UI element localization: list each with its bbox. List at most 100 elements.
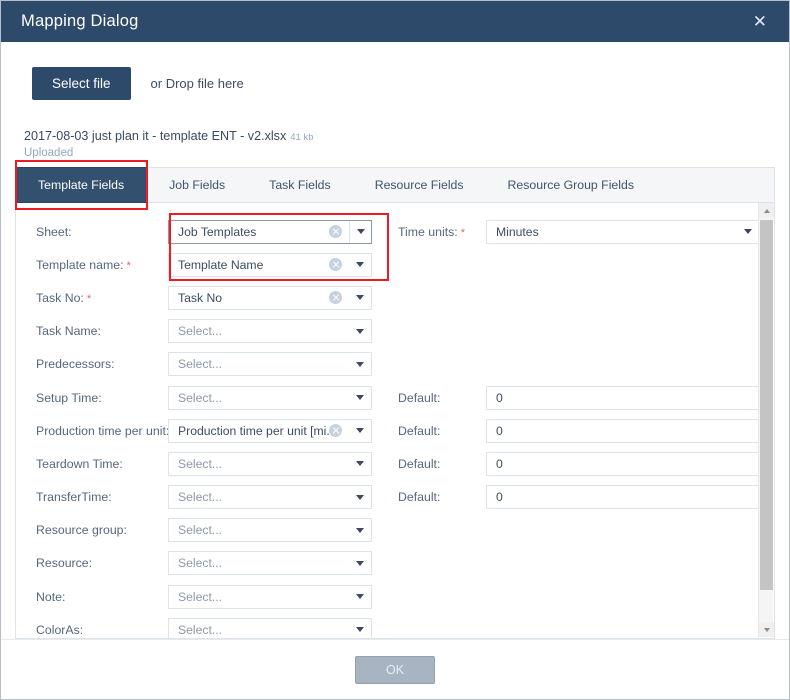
combobox-value[interactable]: Template Name (169, 258, 329, 272)
field-combobox[interactable]: Select... (168, 319, 372, 344)
required-marker: * (123, 259, 131, 272)
tab-resource-group-fields[interactable]: Resource Group Fields (486, 168, 656, 202)
combobox-value[interactable]: Task No (169, 291, 329, 305)
combobox-value[interactable]: Select... (169, 523, 349, 537)
field-combobox[interactable]: Production time per unit [mi... (168, 418, 372, 443)
combobox-value[interactable]: Production time per unit [mi... (169, 424, 329, 438)
field-combobox[interactable]: Select... (168, 551, 372, 576)
field-combobox[interactable]: Select... (168, 485, 372, 510)
field-combobox[interactable]: Select... (168, 385, 372, 410)
chevron-down-icon (356, 560, 364, 566)
field-label-text: ColorAs: (36, 622, 84, 637)
field-combobox[interactable]: Select... (168, 352, 372, 377)
field-combobox[interactable]: Select... (168, 451, 372, 476)
chevron-down-icon (356, 229, 365, 235)
field-combobox[interactable]: Select... (168, 584, 372, 609)
field-label: Note: (16, 590, 168, 604)
combobox-value[interactable]: Minutes (487, 225, 737, 239)
form-scrollbar[interactable] (758, 203, 774, 637)
combobox-value[interactable]: Select... (169, 324, 349, 338)
combobox-value[interactable]: Select... (169, 490, 349, 504)
dropdown-toggle[interactable] (349, 287, 371, 309)
field-label-text: Production time per unit: (36, 423, 170, 438)
dropdown-toggle[interactable] (349, 552, 371, 574)
dropdown-toggle[interactable] (349, 353, 371, 375)
combobox-value[interactable]: Job Templates (169, 225, 329, 239)
combobox-value[interactable]: Select... (169, 623, 349, 637)
time-units-label-text: Time units: (398, 224, 458, 239)
chevron-down-icon (356, 627, 364, 633)
field-label: Resource group: (16, 523, 168, 537)
tab-template-fields[interactable]: Template Fields (15, 167, 148, 203)
dropdown-toggle[interactable] (349, 619, 371, 638)
scroll-down-button[interactable] (759, 622, 774, 637)
field-tabs: Template Fields Job Fields Task Fields Reso… (15, 167, 775, 203)
dropdown-toggle[interactable] (349, 420, 371, 442)
tab-job-fields[interactable]: Job Fields (147, 168, 247, 202)
default-value-input[interactable]: 0 (486, 452, 760, 476)
default-value-input[interactable]: 0 (486, 385, 760, 410)
select-file-button[interactable]: Select file (32, 66, 131, 100)
dropdown-toggle[interactable] (349, 586, 371, 608)
form-row: Predecessors: Select... (16, 348, 760, 381)
field-label-text: Template name: (36, 257, 124, 272)
tab-task-fields[interactable]: Task Fields (247, 168, 353, 202)
ok-button[interactable]: OK (355, 655, 435, 684)
form-row: Template name: * Template Name (16, 248, 760, 281)
time-units-combobox[interactable]: Minutes (486, 219, 760, 244)
field-combobox[interactable]: Select... (168, 617, 372, 638)
field-combobox[interactable]: Job Templates (168, 219, 372, 244)
required-marker: * (83, 292, 92, 305)
chevron-down-icon (356, 395, 364, 401)
dropdown-toggle[interactable] (349, 387, 371, 409)
drop-file-hint: or Drop file here (150, 75, 244, 91)
uploaded-file-info: 2017-08-03 just plan it - template ENT -… (24, 127, 724, 159)
field-combobox[interactable]: Template Name (168, 252, 372, 277)
close-icon[interactable]: ✕ (747, 9, 773, 34)
chevron-down-icon (744, 229, 752, 235)
field-combobox[interactable]: Task No (168, 285, 372, 310)
scrollbar-thumb[interactable] (760, 220, 773, 590)
field-label: TransferTime: (16, 490, 168, 504)
form-row: ColorAs: Select... (16, 613, 760, 638)
field-label-text: Sheet: (36, 224, 72, 239)
mapping-dialog: Mapping Dialog ✕ Select file or Drop fil… (0, 0, 790, 700)
combobox-value[interactable]: Select... (169, 357, 349, 371)
dropdown-toggle[interactable] (349, 220, 371, 243)
form-row: Note: Select... (16, 580, 760, 613)
combobox-value[interactable]: Select... (169, 556, 349, 570)
dropdown-toggle[interactable] (349, 486, 371, 508)
clear-icon[interactable] (329, 225, 342, 239)
time-units-cell: Time units: * Minutes (398, 219, 760, 244)
combobox-value[interactable]: Select... (169, 391, 349, 405)
combobox-value[interactable]: Select... (169, 457, 349, 471)
dropdown-toggle[interactable] (349, 453, 371, 475)
default-value-input[interactable]: 0 (486, 485, 760, 510)
field-combobox[interactable]: Select... (168, 518, 372, 543)
field-label: Setup Time: (16, 391, 168, 405)
dropdown-toggle[interactable] (737, 221, 759, 243)
chevron-down-icon (356, 361, 364, 367)
clear-icon[interactable] (329, 258, 342, 272)
dropdown-toggle[interactable] (349, 519, 371, 541)
tab-resource-fields[interactable]: Resource Fields (353, 168, 486, 202)
scroll-up-button[interactable] (759, 203, 774, 218)
field-label: Template name: * (16, 258, 168, 272)
chevron-down-icon (356, 428, 364, 434)
combobox-value[interactable]: Select... (169, 590, 349, 604)
field-label-text: Predecessors: (36, 357, 115, 372)
file-size: 41 kb (290, 132, 314, 143)
field-label: ColorAs: (16, 623, 168, 637)
clear-icon[interactable] (329, 424, 342, 438)
default-label: Default: (398, 457, 441, 471)
default-value-input[interactable]: 0 (486, 418, 760, 443)
clear-icon[interactable] (329, 291, 342, 305)
default-value-cell: Default: 0 (398, 385, 760, 410)
dialog-titlebar: Mapping Dialog ✕ (1, 1, 789, 42)
field-label-text: Task Name: (36, 324, 101, 339)
dropdown-toggle[interactable] (349, 320, 371, 342)
form-row: Resource group: Select... (16, 514, 760, 547)
dropdown-toggle[interactable] (349, 254, 371, 276)
chevron-down-icon (356, 328, 364, 334)
field-label: Task Name: (16, 324, 168, 338)
